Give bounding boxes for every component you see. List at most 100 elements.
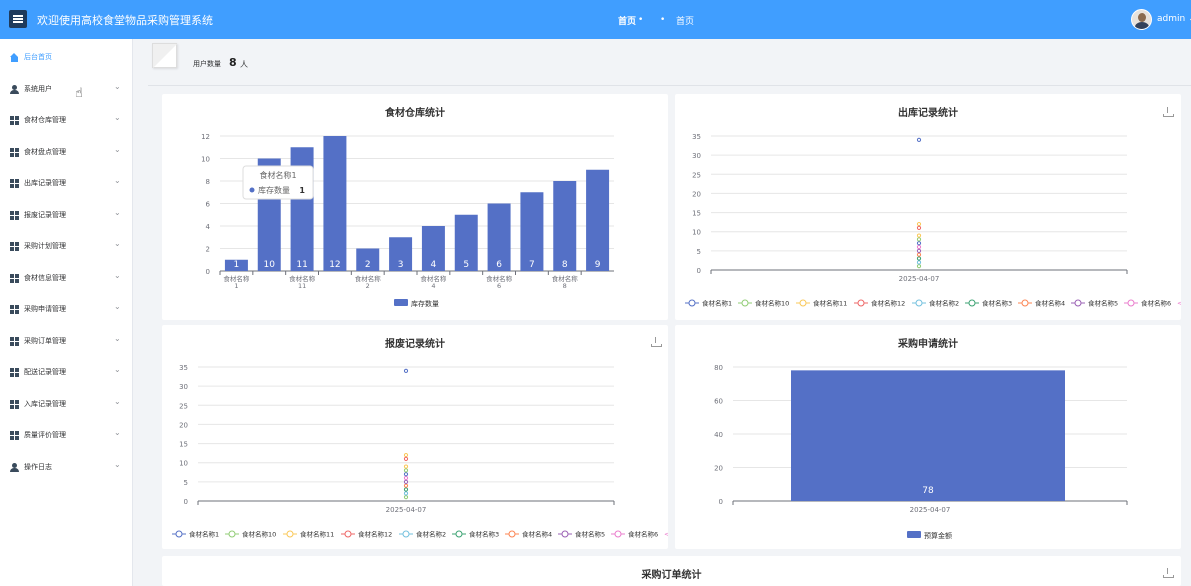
- legend-marker: [857, 299, 865, 307]
- legend-marker: [968, 299, 976, 307]
- sidebar-item[interactable]: 采购订单管理 ⌄: [0, 328, 133, 354]
- x-tick-label: 2: [366, 282, 370, 290]
- legend-label: 食材名称6: [628, 530, 658, 539]
- y-tick-label: 30: [179, 383, 188, 391]
- y-tick-label: 20: [179, 421, 188, 429]
- chart-card-scrap: 报废记录统计 0 5 10 15 20 25 30 35 2025-04-07 食材名称1 食材名称…: [162, 325, 668, 549]
- legend-marker: [1021, 299, 1029, 307]
- sidebar-item-label: 后台首页: [24, 53, 52, 61]
- sidebar-item[interactable]: 食材信息管理 ⌄: [0, 265, 133, 291]
- legend-marker: [915, 299, 923, 307]
- nav-dot: •: [638, 15, 644, 25]
- legend-marker: [614, 530, 622, 538]
- sidebar-item-label: 食材仓库管理: [24, 116, 66, 124]
- user-icon: [10, 84, 19, 94]
- scatter-point: [403, 479, 409, 484]
- scatter-point: [916, 241, 922, 246]
- sidebar-item[interactable]: 采购申请管理 ⌄: [0, 296, 133, 322]
- legend-label: 食材名称3: [982, 299, 1012, 308]
- grid-icon: [10, 305, 19, 314]
- y-tick-label: 80: [714, 364, 723, 372]
- grid-icon: [10, 273, 19, 283]
- y-tick-label: 20: [692, 190, 701, 198]
- scatter-point: [916, 233, 922, 238]
- scatter-point: [403, 491, 409, 496]
- tooltip-value: 1: [299, 186, 305, 195]
- legend-marker: [561, 530, 569, 538]
- legend-label: 食材名称1: [189, 530, 219, 539]
- scatter-point: [916, 137, 922, 142]
- grid-icon: [10, 368, 19, 377]
- y-tick-label: 10: [179, 460, 188, 468]
- y-tick-label: 0: [697, 267, 701, 275]
- y-tick-label: 0: [184, 498, 188, 506]
- chart-card-outbound: 出库记录统计 0 5 10 15 20 25 30 35 2025-04-07 食材名称1 食材名称…: [675, 94, 1181, 320]
- legend-marker: [688, 299, 696, 307]
- bar-value-label: 7: [529, 260, 535, 270]
- bar-value-label: 78: [922, 486, 934, 496]
- menu-toggle-button[interactable]: [9, 10, 27, 28]
- scrap-scatter-chart: 0 5 10 15 20 25 30 35 2025-04-07 食材名称1 食材名称10 食材名称1…: [172, 364, 668, 539]
- scatter-point: [403, 472, 409, 477]
- grid-icon: [10, 336, 19, 346]
- legend-swatch: [394, 299, 408, 306]
- nav-home-link[interactable]: 首页: [676, 14, 694, 27]
- sidebar-item[interactable]: 入库记录管理 ⌄: [0, 391, 133, 417]
- scatter-point: [916, 256, 922, 261]
- sidebar-item[interactable]: 配送记录管理 ⌄: [0, 359, 133, 385]
- avatar[interactable]: [1131, 9, 1152, 30]
- bar-value-label: 11: [296, 260, 307, 270]
- inventory-bar-chart: 0246810121食材名称110 11食材名称1112 2食材名称23 4食材名称4…: [201, 133, 614, 308]
- bar-value-label: 5: [463, 260, 469, 270]
- sidebar-item[interactable]: 系统用户 ⌄: [0, 76, 133, 102]
- legend-label: 食材名称1: [702, 299, 732, 308]
- chart-card-purchase-request: 采购申请统计 0 20 40 60 80 78 2025-04-07 预算金额: [675, 325, 1181, 549]
- legend-label: 食材名称4: [522, 530, 552, 539]
- user-count-unit: 人: [240, 60, 248, 69]
- bar: [323, 136, 347, 271]
- x-tick-label: 1: [234, 282, 238, 290]
- chevron-down-icon: ⌄: [114, 428, 121, 437]
- legend-marker: [1127, 299, 1135, 307]
- sidebar-item-label: 采购计划管理: [24, 242, 66, 250]
- x-tick-label: 2025-04-07: [910, 506, 951, 514]
- x-tick-label: 4: [431, 282, 435, 290]
- nav-home-active[interactable]: 首页: [618, 14, 636, 27]
- y-tick-label: 8: [206, 178, 210, 186]
- chevron-down-icon: ⌄: [114, 302, 121, 311]
- sidebar-item[interactable]: 质量评价管理 ⌄: [0, 422, 133, 448]
- x-tick-label: 11: [298, 282, 306, 290]
- sidebar-item[interactable]: 食材仓库管理 ⌄: [0, 107, 133, 133]
- sidebar-item[interactable]: 操作日志 ⌄: [0, 454, 133, 480]
- legend-marker: [1074, 299, 1082, 307]
- download-icon[interactable]: [1163, 568, 1174, 578]
- y-tick-label: 5: [697, 248, 701, 256]
- sidebar-item[interactable]: 出库记录管理 ⌄: [0, 170, 133, 196]
- sidebar-item[interactable]: 食材盘点管理 ⌄: [0, 139, 133, 165]
- sidebar-item-label: 入库记录管理: [24, 399, 66, 408]
- y-tick-label: 60: [714, 398, 723, 406]
- legend-marker: [228, 530, 236, 538]
- user-menu[interactable]: admin ⌄: [1157, 14, 1191, 24]
- scatter-point: [403, 487, 409, 492]
- app-title: 欢迎使用高校食堂物品采购管理系统: [37, 14, 213, 27]
- tooltip-title: 食材名称1: [259, 170, 296, 180]
- top-bar: 欢迎使用高校食堂物品采购管理系统 首页 • • 首页 admin ⌄: [0, 0, 1191, 39]
- sidebar-item-label: 采购订单管理: [24, 336, 66, 345]
- chart-title: 采购订单统计: [641, 570, 702, 581]
- user-count-icon: [152, 43, 177, 68]
- scatter-point: [403, 452, 409, 458]
- legend-marker: [286, 530, 294, 538]
- sidebar-item-label: 报废记录管理: [24, 210, 66, 219]
- y-tick-label: 10: [692, 229, 701, 237]
- bar-value-label: 12: [329, 260, 340, 270]
- legend-label: 食材名称5: [1088, 299, 1118, 308]
- scatter-point: [403, 483, 409, 488]
- legend-label: 食材名称12: [871, 299, 905, 308]
- y-tick-label: 5: [184, 479, 188, 487]
- sidebar-item[interactable]: 报废记录管理 ⌄: [0, 202, 133, 228]
- sidebar-item[interactable]: 后台首页: [0, 44, 133, 70]
- sidebar-item[interactable]: 采购计划管理 ⌄: [0, 233, 133, 259]
- y-tick-label: 10: [201, 156, 210, 164]
- y-tick-label: 40: [714, 431, 723, 439]
